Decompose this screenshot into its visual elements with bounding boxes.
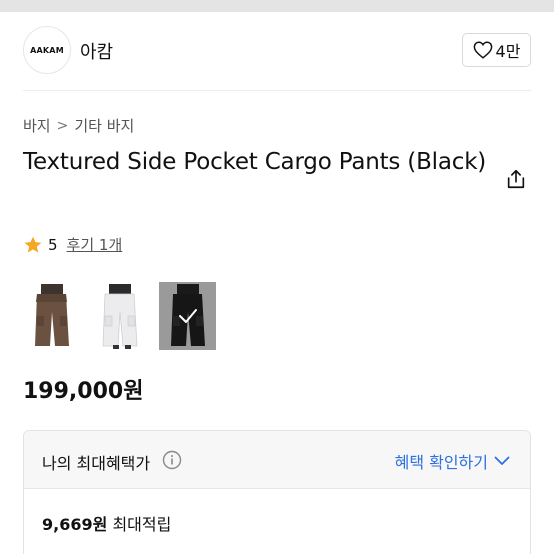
star-icon — [24, 236, 42, 252]
like-count: 4만 — [495, 42, 521, 61]
brand-name[interactable]: 아캄 — [80, 38, 113, 64]
brown-pants-image — [35, 284, 69, 346]
rating-row: 5 후기 1개 — [23, 234, 122, 255]
thumbnail-black[interactable] — [159, 282, 216, 350]
header-divider — [23, 90, 531, 91]
share-icon[interactable] — [505, 168, 527, 190]
breadcrumb-category[interactable]: 바지 — [23, 115, 51, 136]
breadcrumb: 바지 > 기타 바지 — [23, 115, 134, 136]
chevron-right-icon: > — [56, 117, 69, 134]
breadcrumb-subcategory[interactable]: 기타 바지 — [74, 115, 134, 136]
chevron-down-icon — [494, 456, 510, 465]
points-label: 최대적립 — [112, 515, 172, 534]
points-amount: 9,669원 — [42, 515, 108, 534]
benefit-header: 나의 최대혜택가 혜택 확인하기 — [24, 431, 530, 489]
max-points-row: 9,669원 최대적립 — [42, 511, 171, 535]
check-icon — [178, 309, 197, 323]
benefit-title: 나의 최대혜택가 — [42, 454, 151, 473]
benefit-panel: 나의 최대혜택가 혜택 확인하기 9,669원 최대적립 — [23, 430, 531, 554]
info-icon[interactable] — [162, 450, 182, 470]
white-pants-image — [102, 284, 138, 349]
thumbnail-brown[interactable] — [23, 282, 80, 350]
heart-icon — [473, 41, 492, 59]
review-count-link[interactable]: 후기 1개 — [67, 234, 123, 255]
like-button[interactable]: 4만 — [462, 33, 531, 67]
top-status-strip — [0, 0, 554, 12]
product-price: 199,000원 — [23, 379, 144, 404]
benefit-check-link[interactable]: 혜택 확인하기 — [395, 449, 510, 473]
product-title: Textured Side Pocket Cargo Pants (Black) — [23, 149, 487, 175]
color-thumbnails — [23, 282, 216, 350]
brand-logo[interactable]: AAKAM — [23, 26, 71, 74]
thumbnail-white[interactable] — [91, 282, 148, 350]
benefit-link-label: 혜택 확인하기 — [394, 453, 488, 472]
rating-score: 5 — [48, 235, 58, 254]
brand-header: AAKAM 아캄 4만 — [23, 26, 531, 74]
